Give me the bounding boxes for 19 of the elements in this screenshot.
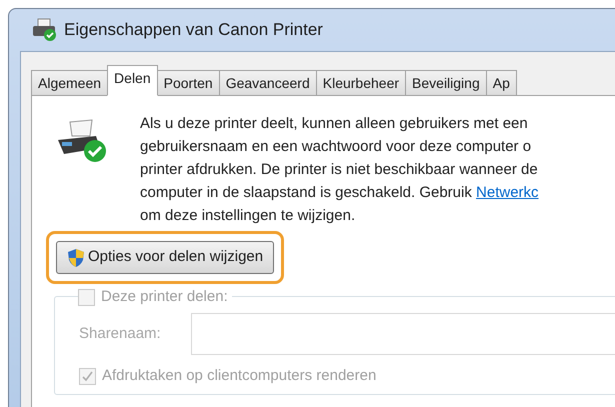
share-name-label: Sharenaam: [79,324,161,344]
printer-icon [32,18,58,42]
change-sharing-options-button[interactable]: Opties voor delen wijzigen [56,241,274,274]
sharing-description: Als u deze printer deelt, kunnen alleen gebruikers met een gebruikersnaam en een wachtwoord voor deze computer o printer afdrukken. De printer is niet beschikbaar wanneer de computer in de slaapstand is geschakeld. Gebruik Netwerkc om deze instellingen te wijzigen. [140,114,539,226]
tab[interactable]: Algemeen [31,70,108,96]
share-name-field[interactable] [190,313,615,355]
tab[interactable]: Poorten [156,70,220,96]
checkmark-icon [82,370,93,382]
tab[interactable]: Geavanceerd [218,70,317,96]
printer-icon [56,118,108,164]
tab[interactable]: Delen [107,65,158,96]
shield-icon [67,248,85,268]
checkbox-label: Deze printer delen: [101,287,228,307]
checkbox-label: Afdruktaken op clientcomputers renderen [102,366,376,386]
tab[interactable]: Beveiliging [405,70,487,96]
window-title: Eigenschappen van Canon Printer [64,19,323,42]
tab[interactable]: Kleurbeheer [316,70,406,96]
tab[interactable]: Ap [486,70,517,96]
network-link[interactable]: Netwerkc [476,184,539,201]
